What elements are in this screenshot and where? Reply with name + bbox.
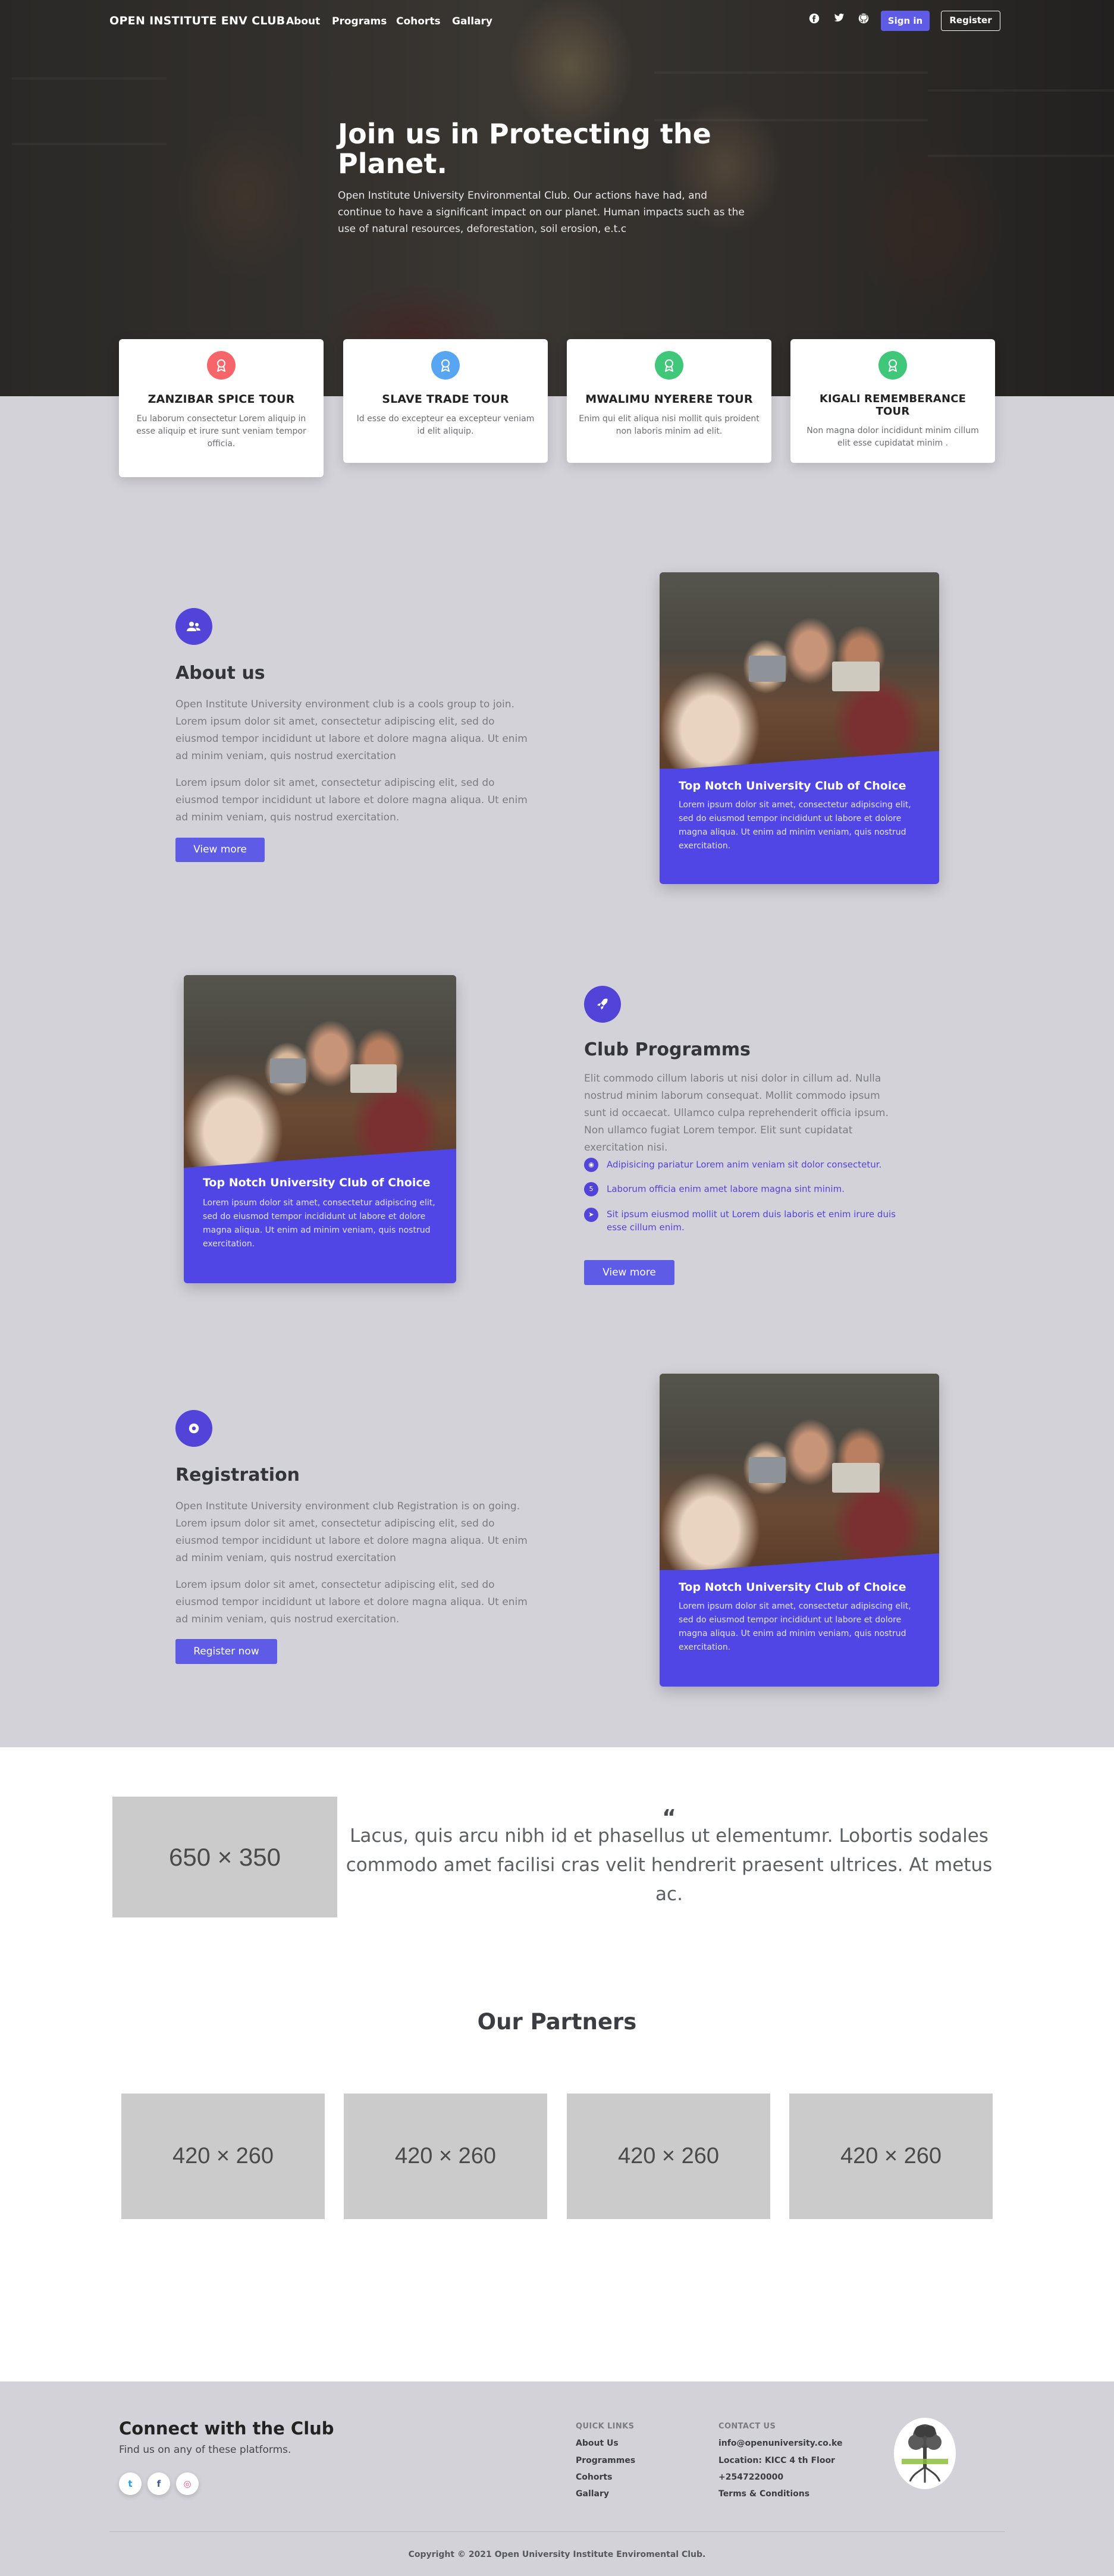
contact-phone[interactable]: +2547220000 [718, 2472, 783, 2482]
registration-paragraph: Open Institute University environment cl… [175, 1500, 528, 1564]
award-icon [655, 351, 683, 380]
tour-description: Non magna dolor incididunt minim cillum … [807, 426, 979, 448]
view-more-button[interactable]: View more [584, 1260, 674, 1285]
twitter-icon[interactable]: t [119, 2472, 142, 2495]
github-icon[interactable] [857, 13, 870, 26]
club-logo [892, 2416, 958, 2491]
partner-logo[interactable]: 420 × 260 [344, 2094, 547, 2219]
partner-logo[interactable]: 420 × 260 [121, 2094, 325, 2219]
laptop [749, 1457, 786, 1483]
program-item-text: Adipisicing pariatur Lorem anim veniam s… [607, 1159, 882, 1170]
html5-icon: 5 [584, 1182, 598, 1196]
users-icon [175, 608, 212, 645]
footer-link-programmes[interactable]: Programmes [576, 2456, 635, 2465]
program-item-text: Sit ipsum eiusmod mollit ut Lorem duis l… [607, 1209, 896, 1233]
footer-link-cohorts[interactable]: Cohorts [576, 2472, 612, 2482]
nav-brand[interactable]: OPEN INSTITUTE ENV CLUB [109, 14, 285, 27]
program-item-text: Laborum officia enim amet labore magna s… [607, 1183, 845, 1195]
contact-heading: CONTACT US [718, 2422, 776, 2431]
card-text: Lorem ipsum dolor sit amet, consectetur … [203, 1198, 435, 1249]
registration-title: Registration [175, 1465, 300, 1486]
tour-title: SLAVE TRADE TOUR [382, 393, 509, 406]
program-item: ➤ Sit ipsum eiusmod mollit ut Lorem duis … [584, 1208, 917, 1234]
tour-card[interactable]: ZANZIBAR SPICE TOUR Eu laborum consectet… [119, 339, 324, 477]
terms-link[interactable]: Terms & Conditions [718, 2489, 809, 2499]
nav-link-gallary[interactable]: Gallary [452, 15, 492, 27]
feature-card: Top Notch University Club of Choice Lore… [660, 1374, 939, 1687]
feature-card: Top Notch University Club of Choice Lore… [660, 572, 939, 884]
tour-description: Id esse do excepteur ea excepteur veniam… [356, 414, 535, 436]
card-title: Top Notch University Club of Choice [679, 1581, 906, 1594]
footer-link-about[interactable]: About Us [576, 2439, 619, 2448]
footer-divider [109, 2531, 1005, 2532]
tour-card[interactable]: MWALIMU NYERERE TOUR Enim qui elit aliqu… [567, 339, 771, 463]
tour-title: KIGALI REMEMBERANCE TOUR [819, 393, 966, 418]
registration-paragraph: Lorem ipsum dolor sit amet, consectetur … [175, 1579, 528, 1625]
hero-title: Join us in Protecting the Planet. [338, 118, 711, 180]
footer: Connect with the Club Find us on any of … [0, 2381, 1114, 2576]
award-icon [878, 351, 907, 380]
register-now-button[interactable]: Register now [175, 1639, 277, 1664]
card-text: Lorem ipsum dolor sit amet, consectetur … [679, 800, 911, 851]
laptop [832, 662, 880, 691]
send-icon: ➤ [584, 1208, 598, 1222]
view-more-button[interactable]: View more [175, 838, 265, 862]
copyright: Copyright © 2021 Open University Institu… [408, 2550, 706, 2559]
tour-description: Enim qui elit aliqua nisi mollit quis pr… [579, 414, 760, 436]
sign-in-button[interactable]: Sign in [881, 11, 930, 31]
card-text: Lorem ipsum dolor sit amet, consectetur … [679, 1602, 911, 1652]
testimonial-image-placeholder: 650 × 350 [112, 1797, 337, 1917]
register-button[interactable]: Register [941, 11, 1000, 31]
students-photo [660, 572, 939, 769]
students-photo [660, 1374, 939, 1570]
tour-card[interactable]: SLAVE TRADE TOUR Id esse do excepteur ea… [343, 339, 548, 463]
footer-title: Connect with the Club [119, 2418, 334, 2439]
laptop [270, 1058, 306, 1083]
contact-email[interactable]: info@openuniversity.co.ke [718, 2439, 842, 2448]
partner-logo[interactable]: 420 × 260 [789, 2094, 993, 2219]
feature-card: Top Notch University Club of Choice Lore… [184, 975, 456, 1283]
settings-icon [175, 1410, 212, 1447]
rocket-icon [584, 986, 621, 1023]
tour-description: Eu laborum consectetur Lorem aliquip in … [136, 414, 306, 449]
dribbble-icon[interactable]: ◎ [176, 2472, 199, 2495]
contact-location: Location: KICC 4 th Floor [718, 2456, 835, 2465]
facebook-icon[interactable]: f [148, 2472, 170, 2495]
testimonial-quote: Lacus, quis arcu nibh id et phasellus ut… [346, 1825, 993, 1905]
card-title: Top Notch University Club of Choice [679, 779, 906, 792]
nav-link-about[interactable]: About [286, 15, 320, 27]
laptop [749, 656, 786, 682]
footer-subtitle: Find us on any of these platforms. [119, 2444, 291, 2456]
award-icon [431, 351, 460, 380]
testimonial-partners-section: 650 × 350 “ Lacus, quis arcu nibh id et … [0, 1747, 1114, 2381]
laptop [832, 1463, 880, 1493]
nav-link-cohorts[interactable]: Cohorts [396, 15, 441, 27]
programs-title: Club Programms [584, 1039, 751, 1060]
award-icon [207, 351, 236, 380]
programs-text: Elit commodo cillum laboris ut nisi dolo… [584, 1073, 889, 1154]
partners-title: Our Partners [477, 2009, 637, 2035]
tour-card[interactable]: KIGALI REMEMBERANCE TOUR Non magna dolor… [790, 339, 995, 463]
quick-links-heading: QUICK LINKS [576, 2422, 635, 2431]
students-photo [184, 975, 456, 1171]
about-paragraph: Lorem ipsum dolor sit amet, consectetur … [175, 777, 528, 823]
tour-title: MWALIMU NYERERE TOUR [585, 393, 753, 406]
program-item: ◉ Adipisicing pariatur Lorem anim veniam … [584, 1158, 917, 1172]
nav-link-programs[interactable]: Programs [332, 15, 387, 27]
card-title: Top Notch University Club of Choice [203, 1176, 431, 1189]
footer-link-gallary[interactable]: Gallary [576, 2489, 609, 2499]
about-paragraph: Open Institute University environment cl… [175, 698, 528, 762]
tour-title: ZANZIBAR SPICE TOUR [148, 393, 295, 406]
twitter-icon[interactable] [833, 13, 846, 26]
partner-logo[interactable]: 420 × 260 [567, 2094, 770, 2219]
about-title: About us [175, 663, 265, 684]
hero-text: Open Institute University Environmental … [338, 190, 745, 235]
fingerprint-icon: ◉ [584, 1158, 598, 1172]
facebook-icon[interactable] [808, 13, 821, 26]
program-item: 5 Laborum officia enim amet labore magna … [584, 1182, 917, 1196]
laptop [350, 1064, 397, 1093]
